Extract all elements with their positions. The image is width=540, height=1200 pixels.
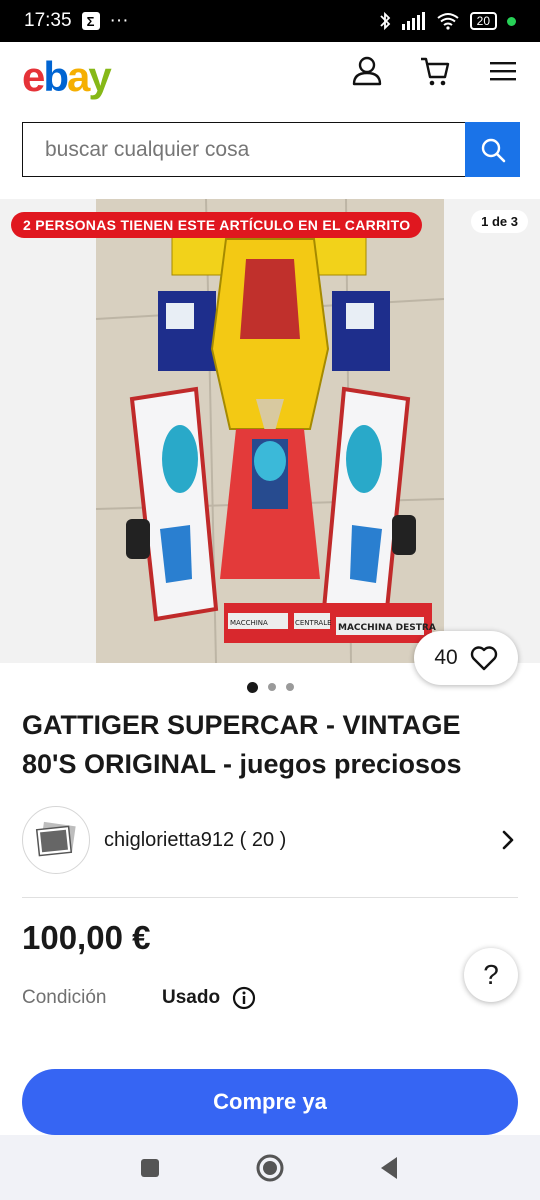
condition-value: Usado — [162, 987, 221, 1008]
app-header: ebay — [0, 42, 540, 112]
condition-label: Condición — [22, 987, 107, 1008]
status-time: 17:35 — [24, 10, 72, 31]
menu-icon[interactable] — [486, 54, 520, 88]
listing-title: GATTIGER SUPERCAR - VINTAGE 80'S ORIGINA… — [22, 710, 462, 779]
toy-car-illustration: MACCHINA CENTRALE MACCHINA DESTRA — [96, 199, 444, 663]
chevron-right-icon — [502, 830, 514, 850]
home-icon[interactable] — [255, 1153, 285, 1183]
seller-avatar — [22, 806, 90, 874]
pagination-dot[interactable] — [267, 683, 276, 691]
back-icon[interactable] — [375, 1153, 405, 1183]
condition-row: Condición Usado — [22, 986, 256, 1010]
toy-label-right: MACCHINA DESTRA — [338, 623, 436, 633]
account-icon[interactable] — [350, 54, 384, 88]
pagination-dot[interactable] — [285, 683, 294, 691]
divider — [22, 897, 518, 898]
search-bar — [22, 122, 520, 177]
bluetooth-icon — [380, 11, 390, 31]
seller-row[interactable]: chiglorietta912 ( 20 ) — [22, 806, 518, 874]
status-bar: 17:35 Σ ··· 20 — [0, 0, 540, 42]
watch-button[interactable]: 40 — [414, 631, 518, 685]
help-button[interactable]: ? — [464, 948, 518, 1002]
active-dot-icon — [507, 16, 516, 26]
signal-icon — [401, 12, 425, 30]
toy-label-center: CENTRALE — [295, 619, 332, 627]
gallery-pagination — [0, 681, 540, 693]
info-icon[interactable] — [232, 986, 256, 1010]
toy-label-left: MACCHINA — [230, 619, 268, 627]
photo-placeholder-icon — [35, 821, 76, 857]
ebay-logo[interactable]: ebay — [22, 53, 112, 101]
watch-count: 40 — [434, 646, 458, 669]
buy-now-button[interactable]: Compre ya — [22, 1069, 518, 1135]
product-photo[interactable]: MACCHINA CENTRALE MACCHINA DESTRA — [96, 199, 444, 663]
recent-apps-icon[interactable] — [135, 1153, 165, 1183]
cart-icon[interactable] — [418, 54, 452, 88]
price: 100,00 € — [22, 919, 151, 956]
battery-icon: 20 — [469, 12, 497, 30]
pagination-dot-active[interactable] — [246, 681, 258, 693]
cart-urgency-banner: 2 PERSONAS TIENEN ESTE ARTÍCULO EN EL CA… — [11, 212, 423, 238]
search-icon — [481, 138, 505, 162]
image-gallery[interactable]: MACCHINA CENTRALE MACCHINA DESTRA 2 PERS… — [0, 199, 540, 663]
more-notifications-icon: ··· — [109, 10, 129, 31]
search-input[interactable] — [22, 122, 465, 177]
wifi-icon — [437, 13, 459, 30]
system-nav-bar — [0, 1135, 540, 1200]
search-button[interactable] — [465, 122, 520, 177]
app-notification-icon: Σ — [81, 12, 100, 30]
heart-icon — [470, 646, 497, 671]
image-counter: 1 de 3 — [471, 210, 528, 233]
seller-name: chiglorietta912 ( 20 ) — [104, 828, 287, 851]
